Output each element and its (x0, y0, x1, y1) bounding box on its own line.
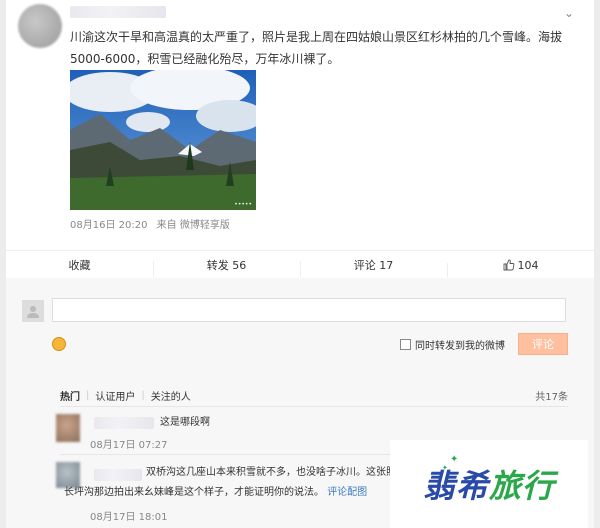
repost-button[interactable]: 转发 56 (153, 257, 300, 277)
comment-label: 评论 17 (353, 259, 394, 272)
tab-following[interactable]: 关注的人 (151, 388, 191, 403)
photo-watermark: ••••• (234, 201, 252, 208)
sparkle-icon: ✦ (442, 464, 448, 472)
tab-verified[interactable]: 认证用户 (95, 388, 135, 403)
comment-text: 这是哪段啊 (160, 417, 210, 428)
comment-input[interactable] (52, 298, 566, 322)
comment-image-link[interactable]: 评论配图 (327, 487, 367, 498)
favorite-label: 收藏 (68, 259, 91, 272)
comment-text-line: 长坪沟那边拍出来幺妹峰是这个样子，才能证明你的说法。 (64, 487, 324, 498)
favorite-button[interactable]: 收藏 (6, 257, 153, 273)
post-photo[interactable]: ••••• (70, 70, 256, 210)
commenter-avatar[interactable] (56, 414, 80, 442)
emoji-icon[interactable] (52, 337, 66, 351)
comment-time: 08月17日 07:27 (90, 440, 168, 451)
watermark-logo: ✦ ✦ 翡希旅行 (390, 440, 588, 528)
thumbs-up-icon (503, 259, 514, 271)
checkbox[interactable] (400, 339, 411, 350)
tab-separator: | (86, 389, 90, 401)
comment-total: 共17条 (535, 391, 568, 403)
divider (60, 406, 568, 407)
repost-label: 转发 56 (206, 259, 247, 272)
tab-separator: | (141, 389, 145, 401)
author-avatar[interactable] (18, 4, 62, 48)
sparkle-icon: ✦ (450, 454, 459, 465)
post-meta: 08月16日 20:20 来自 微博轻享版 (70, 216, 236, 231)
submit-comment-button[interactable]: 评论 (518, 333, 568, 355)
chevron-down-icon[interactable]: ⌄ (562, 6, 576, 20)
commenter-name[interactable] (94, 417, 154, 429)
comment-time: 08月17日 18:01 (90, 512, 168, 523)
post-date[interactable]: 08月16日 20:20 (70, 220, 147, 231)
post-text-line: 川渝这次干旱和高温真的太严重了，照片是我上周在四姑娘山景区红杉林拍的几个雪峰。海… (70, 30, 563, 44)
comment-text: 长坪沟那边拍出来幺妹峰是这个样子，才能证明你的说法。 评论配图 (64, 484, 367, 502)
author-name[interactable] (70, 6, 166, 18)
commenter-name[interactable] (94, 469, 142, 481)
comment-toggle-button[interactable]: 评论 17 (300, 257, 447, 277)
forward-label: 同时转发到我的微博 (415, 341, 505, 352)
comment-filter-bar: 热门 | 认证用户 | 关注的人 共17条 (60, 386, 568, 404)
mountain-photo (70, 70, 256, 210)
post-text: 川渝这次干旱和高温真的太严重了，照片是我上周在四姑娘山景区红杉林拍的几个雪峰。海… (70, 26, 570, 70)
tab-hot[interactable]: 热门 (60, 388, 80, 403)
like-button[interactable]: 104 (447, 258, 594, 279)
comment-text: 双桥沟这几座山本来积雪就不多，也没啥子冰川。这张照 (146, 464, 396, 482)
like-count: 104 (517, 258, 539, 272)
action-bar: 收藏 转发 56 评论 17 104 (6, 250, 594, 280)
comment-text-line: 双桥沟这几座山本来积雪就不多，也没啥子冰川。这张照 (146, 467, 396, 478)
watermark-part2: 旅行 (489, 467, 556, 505)
forward-checkbox[interactable]: 同时转发到我的微博 (400, 337, 505, 352)
watermark-part1: 翡希 (422, 467, 489, 505)
user-avatar-icon (22, 300, 44, 322)
post-text-line: 5000-6000，积雪已经融化殆尽，万年冰川裸了。 (70, 52, 340, 66)
post-source: 来自 微博轻享版 (156, 220, 230, 231)
